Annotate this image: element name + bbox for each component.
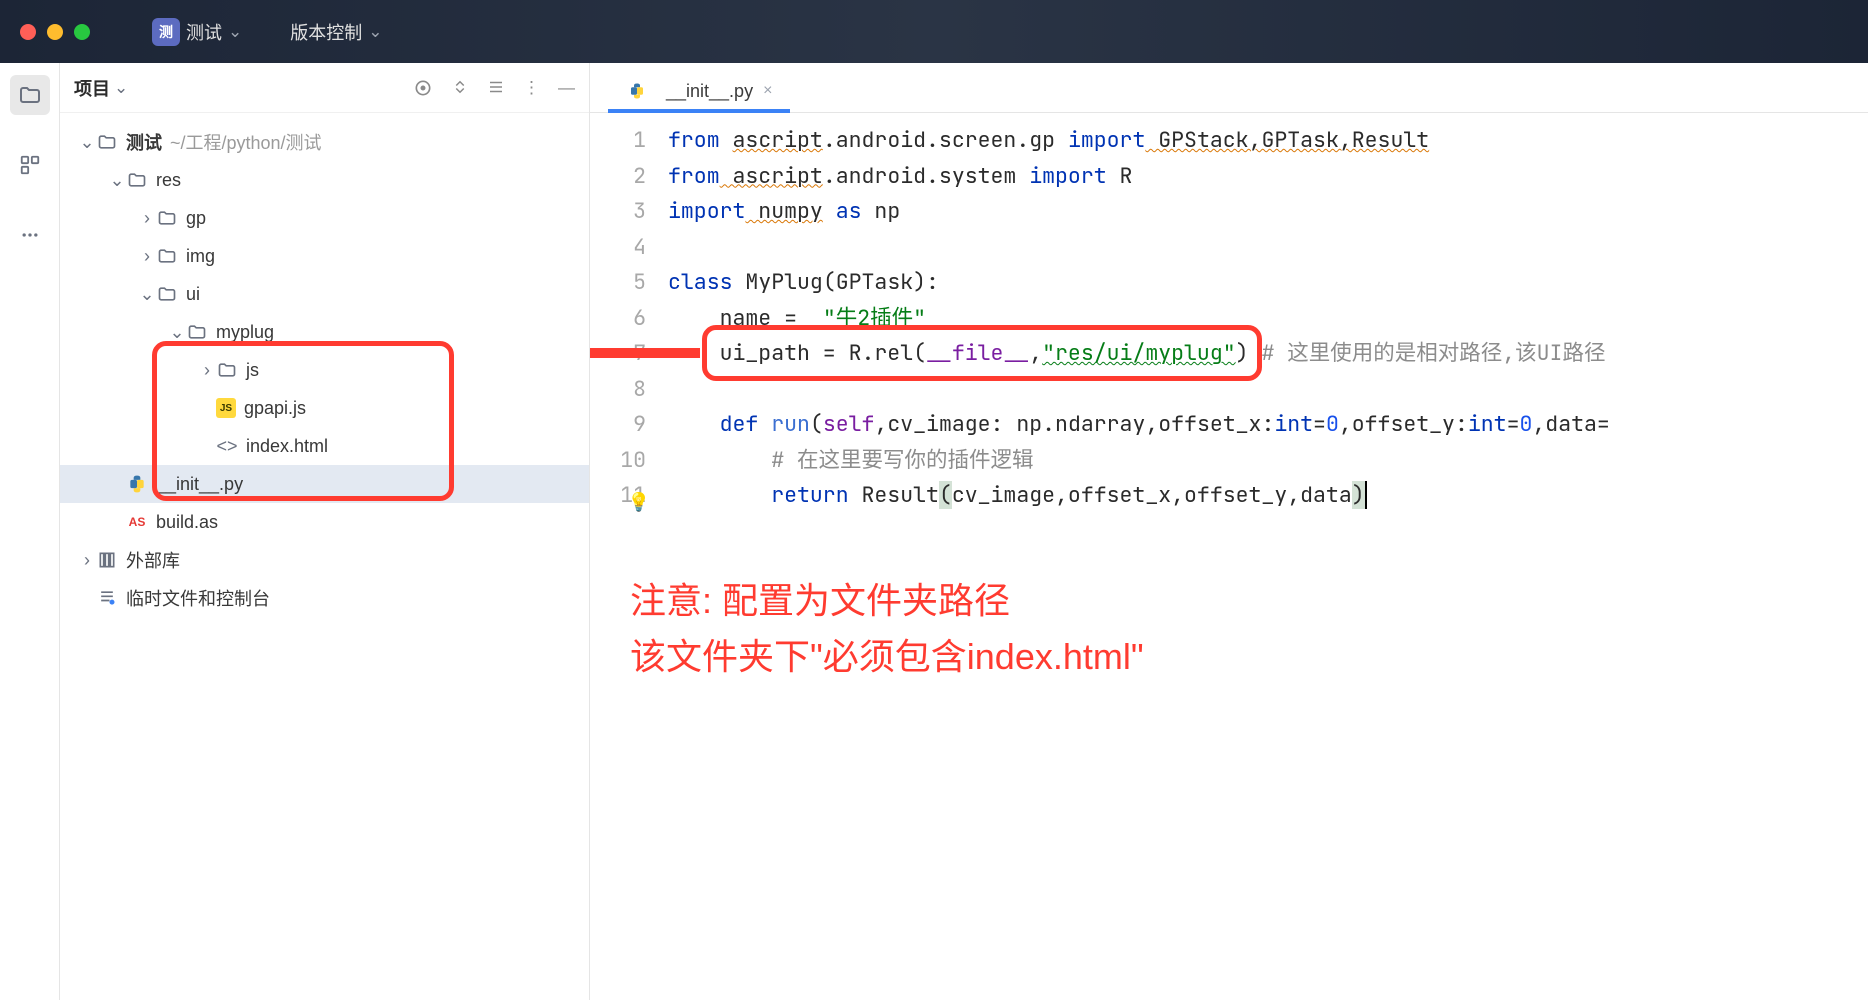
tree-label: myplug bbox=[216, 322, 274, 343]
folder-icon bbox=[156, 207, 178, 229]
chevron-right-icon: › bbox=[198, 360, 216, 381]
line-number: 5 bbox=[590, 265, 646, 301]
line-number: 2 bbox=[590, 159, 646, 195]
tree-folder-js[interactable]: › js bbox=[60, 351, 589, 389]
code-editor[interactable]: 1 2 3 4 5 6 7 8 9 10 💡11 from ascript.an… bbox=[590, 113, 1868, 514]
chevron-down-icon: ⌄ bbox=[168, 322, 186, 343]
python-file-icon bbox=[626, 80, 648, 102]
tree-label: gpapi.js bbox=[244, 398, 306, 419]
select-opened-file-button[interactable] bbox=[413, 78, 433, 98]
js-file-icon: JS bbox=[216, 398, 236, 418]
tree-label: res bbox=[156, 170, 181, 191]
chevron-down-icon: ⌄ bbox=[108, 170, 126, 191]
main-layout: 项目 ⌄ ⋮ — ⌄ 测试 ~/工程/python/测试 ⌄ bbox=[0, 63, 1868, 1000]
project-panel-title: 项目 bbox=[74, 75, 110, 101]
tree-label: ui bbox=[186, 284, 200, 305]
line-number: 9 bbox=[590, 407, 646, 443]
editor-area: __init__.py × 1 2 3 4 5 6 7 8 9 10 💡11 f… bbox=[590, 63, 1868, 1000]
folder-icon bbox=[126, 169, 148, 191]
tree-folder-ui[interactable]: ⌄ ui bbox=[60, 275, 589, 313]
vcs-label: 版本控制 bbox=[290, 19, 362, 45]
window-controls bbox=[20, 24, 90, 40]
tool-iconbar bbox=[0, 63, 60, 1000]
tree-label: build.as bbox=[156, 512, 218, 533]
structure-tool-button[interactable] bbox=[10, 145, 50, 185]
line-number: 8 bbox=[590, 372, 646, 408]
tree-folder-img[interactable]: › img bbox=[60, 237, 589, 275]
chevron-right-icon: › bbox=[138, 208, 156, 229]
tree-label: gp bbox=[186, 208, 206, 229]
folder-icon bbox=[96, 131, 118, 153]
expand-all-button[interactable] bbox=[451, 78, 469, 98]
more-tool-button[interactable] bbox=[10, 215, 50, 255]
titlebar: 测 测试 ⌄ 版本控制 ⌄ bbox=[0, 0, 1868, 63]
tree-file-init-py[interactable]: __init__.py bbox=[60, 465, 589, 503]
project-panel-actions: ⋮ — bbox=[413, 78, 575, 98]
maximize-window-button[interactable] bbox=[74, 24, 90, 40]
chevron-right-icon: › bbox=[78, 550, 96, 571]
annotation-text: 注意: 配置为文件夹路径 该文件夹下"必须包含index.html" bbox=[630, 573, 1144, 685]
chevron-down-icon: ⌄ bbox=[138, 284, 156, 305]
folder-icon bbox=[156, 283, 178, 305]
python-file-icon bbox=[126, 473, 148, 495]
tab-init-py[interactable]: __init__.py × bbox=[608, 70, 790, 112]
project-tool-button[interactable] bbox=[10, 75, 50, 115]
tree-external-libraries[interactable]: › 外部库 bbox=[60, 541, 589, 579]
folder-icon bbox=[156, 245, 178, 267]
more-options-button[interactable]: ⋮ bbox=[523, 78, 540, 98]
line-number: 7 bbox=[590, 336, 646, 372]
line-number: 10 bbox=[590, 443, 646, 479]
close-window-button[interactable] bbox=[20, 24, 36, 40]
tree-scratches[interactable]: 临时文件和控制台 bbox=[60, 579, 589, 617]
library-icon bbox=[96, 549, 118, 571]
tree-label: 临时文件和控制台 bbox=[126, 585, 270, 611]
project-panel-header: 项目 ⌄ ⋮ — bbox=[60, 63, 589, 113]
project-tree: ⌄ 测试 ~/工程/python/测试 ⌄ res › gp › bbox=[60, 113, 589, 627]
line-number: 1 bbox=[590, 123, 646, 159]
chevron-right-icon: › bbox=[138, 246, 156, 267]
tree-path: ~/工程/python/测试 bbox=[170, 129, 322, 155]
project-menu[interactable]: 测 测试 ⌄ bbox=[152, 18, 242, 46]
tree-file-build-as[interactable]: AS build.as bbox=[60, 503, 589, 541]
as-file-icon: AS bbox=[126, 511, 148, 533]
line-number: 💡11 bbox=[590, 478, 646, 514]
tree-file-gpapi-js[interactable]: JS gpapi.js bbox=[60, 389, 589, 427]
tree-label: index.html bbox=[246, 436, 328, 457]
app-name: 测试 bbox=[186, 19, 222, 45]
tree-label: js bbox=[246, 360, 259, 381]
editor-tabs: __init__.py × bbox=[590, 63, 1868, 113]
minimize-window-button[interactable] bbox=[47, 24, 63, 40]
line-number: 4 bbox=[590, 230, 646, 266]
tree-label: img bbox=[186, 246, 215, 267]
tab-label: __init__.py bbox=[666, 81, 753, 102]
chevron-down-icon: ⌄ bbox=[368, 22, 382, 42]
tree-folder-gp[interactable]: › gp bbox=[60, 199, 589, 237]
tree-folder-myplug[interactable]: ⌄ myplug bbox=[60, 313, 589, 351]
tree-file-index-html[interactable]: <> index.html bbox=[60, 427, 589, 465]
line-gutter: 1 2 3 4 5 6 7 8 9 10 💡11 bbox=[590, 123, 668, 514]
tree-label: 测试 bbox=[126, 129, 162, 155]
tree-label: 外部库 bbox=[126, 547, 180, 573]
html-file-icon: <> bbox=[216, 435, 238, 457]
tree-folder-res[interactable]: ⌄ res bbox=[60, 161, 589, 199]
chevron-down-icon[interactable]: ⌄ bbox=[114, 78, 128, 98]
vcs-menu[interactable]: 版本控制 ⌄ bbox=[284, 19, 382, 45]
lightbulb-icon[interactable]: 💡 bbox=[628, 485, 650, 521]
app-icon: 测 bbox=[152, 18, 180, 46]
close-tab-button[interactable]: × bbox=[763, 82, 772, 100]
line-number: 6 bbox=[590, 301, 646, 337]
project-panel: 项目 ⌄ ⋮ — ⌄ 测试 ~/工程/python/测试 ⌄ bbox=[60, 63, 590, 1000]
scratch-icon bbox=[96, 587, 118, 609]
chevron-down-icon: ⌄ bbox=[78, 132, 96, 153]
chevron-down-icon: ⌄ bbox=[228, 22, 242, 42]
settings-button[interactable] bbox=[487, 78, 505, 98]
tree-root[interactable]: ⌄ 测试 ~/工程/python/测试 bbox=[60, 123, 589, 161]
code-content[interactable]: from ascript.android.screen.gp import GP… bbox=[668, 123, 1868, 514]
tree-label: __init__.py bbox=[156, 474, 243, 495]
folder-icon bbox=[186, 321, 208, 343]
hide-panel-button[interactable]: — bbox=[558, 78, 575, 98]
folder-icon bbox=[216, 359, 238, 381]
line-number: 3 bbox=[590, 194, 646, 230]
